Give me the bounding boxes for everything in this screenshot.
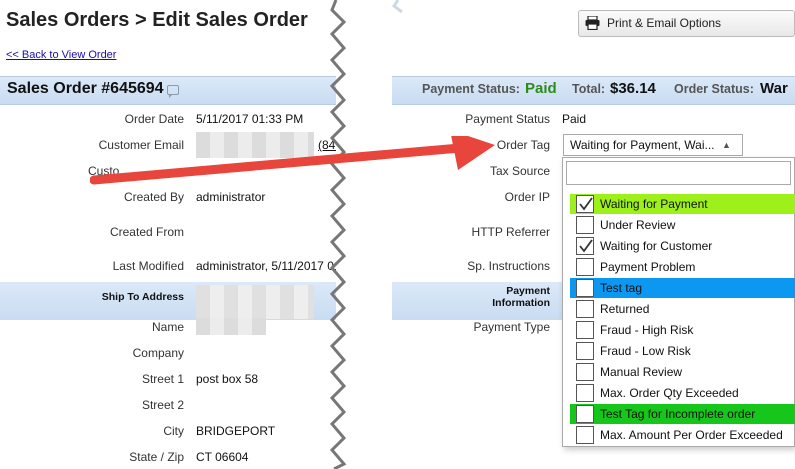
state-zip-value: CT 06604 bbox=[196, 450, 249, 464]
tag-option[interactable]: Under Review bbox=[570, 215, 795, 235]
last-modified-value: administrator, 5/11/2017 01 bbox=[196, 259, 341, 273]
tag-option-label: Fraud - Low Risk bbox=[600, 344, 691, 358]
tag-option[interactable]: Fraud - High Risk bbox=[570, 320, 795, 340]
tag-option[interactable]: Test Tag for Incomplete order bbox=[570, 404, 795, 424]
tag-option[interactable]: Payment Problem bbox=[570, 257, 795, 277]
checkbox-icon[interactable] bbox=[576, 300, 594, 318]
payment-information-label: Payment Information bbox=[474, 285, 550, 309]
payment-information-line2: Information bbox=[492, 297, 550, 309]
checkbox-icon[interactable] bbox=[576, 342, 594, 360]
created-from-label: Created From bbox=[109, 225, 184, 239]
ship-to-address-label: Ship To Address bbox=[101, 291, 184, 303]
print-email-options-label: Print & Email Options bbox=[607, 16, 722, 30]
tag-search-input[interactable] bbox=[566, 161, 791, 185]
last-modified-label: Last Modified bbox=[112, 259, 184, 273]
printer-icon bbox=[585, 16, 600, 30]
tag-option-label: Waiting for Payment bbox=[600, 197, 708, 211]
order-tag-selected-text: Waiting for Payment, Wai... bbox=[570, 138, 715, 152]
checkbox-icon[interactable] bbox=[576, 363, 594, 381]
city-value: BRIDGEPORT bbox=[196, 424, 276, 438]
tag-option-label: Returned bbox=[600, 302, 650, 316]
tag-option-label: Max. Order Qty Exceeded bbox=[600, 386, 739, 400]
payment-status-header-value: Paid bbox=[525, 80, 557, 97]
payment-type-label: Payment Type bbox=[473, 320, 551, 334]
checkbox-icon[interactable] bbox=[576, 405, 594, 423]
tag-option-label: Test Tag for Incomplete order bbox=[600, 407, 756, 421]
tear-edge-left bbox=[329, 0, 347, 469]
page-title: Sales Orders > Edit Sales Order bbox=[6, 9, 308, 31]
tag-option-label: Waiting for Customer bbox=[600, 239, 713, 253]
tag-option[interactable]: Max. Order Qty Exceeded bbox=[570, 383, 795, 403]
tag-option-label: Max. Amount Per Order Exceeded bbox=[600, 428, 783, 442]
tag-option-label: Manual Review bbox=[600, 365, 683, 379]
tag-option[interactable]: Returned bbox=[570, 299, 795, 319]
city-label: City bbox=[163, 424, 184, 438]
tag-option-label: Payment Problem bbox=[600, 260, 696, 274]
checkbox-icon[interactable] bbox=[576, 279, 594, 297]
redacted-name bbox=[196, 318, 266, 335]
redacted-address bbox=[196, 285, 314, 319]
order-date-value: 5/11/2017 01:33 PM bbox=[196, 112, 304, 126]
comment-icon[interactable] bbox=[167, 85, 179, 98]
tag-option-label: Test tag bbox=[600, 281, 643, 295]
checkbox-checked-icon[interactable] bbox=[576, 195, 594, 213]
caret-up-icon: ▲ bbox=[722, 140, 731, 150]
back-to-view-order-link[interactable]: << Back to View Order bbox=[6, 49, 116, 61]
payment-status-header-label: Payment Status: bbox=[422, 82, 520, 96]
order-status-value: War bbox=[760, 80, 788, 97]
total-value: $36.14 bbox=[610, 80, 656, 97]
sales-order-title: Sales Order #645694 bbox=[7, 80, 164, 97]
tag-option-label: Under Review bbox=[600, 218, 676, 232]
tag-option[interactable]: Manual Review bbox=[570, 362, 795, 382]
payment-status-label: Payment Status bbox=[465, 112, 550, 126]
checkbox-icon[interactable] bbox=[576, 321, 594, 339]
street1-label: Street 1 bbox=[141, 372, 184, 386]
red-arrow-annotation bbox=[90, 136, 495, 185]
street2-label: Street 2 bbox=[141, 398, 184, 412]
order-date-label: Order Date bbox=[124, 112, 184, 126]
tag-option[interactable]: Waiting for Customer bbox=[570, 236, 795, 256]
tag-option[interactable]: Max. Amount Per Order Exceeded bbox=[570, 425, 795, 445]
company-label: Company bbox=[132, 346, 184, 360]
tag-option-label: Fraud - High Risk bbox=[600, 323, 694, 337]
checkbox-checked-icon[interactable] bbox=[576, 237, 594, 255]
sp-instructions-label: Sp. Instructions bbox=[467, 259, 550, 273]
http-referrer-label: HTTP Referrer bbox=[471, 225, 550, 239]
payment-information-line1: Payment bbox=[506, 285, 550, 297]
checkbox-icon[interactable] bbox=[576, 426, 594, 444]
tag-option[interactable]: Test tag bbox=[570, 278, 795, 298]
tag-option[interactable]: Fraud - Low Risk bbox=[570, 341, 795, 361]
checkbox-icon[interactable] bbox=[576, 258, 594, 276]
name-label: Name bbox=[151, 320, 184, 334]
checkbox-icon[interactable] bbox=[576, 216, 594, 234]
total-label: Total: bbox=[572, 82, 606, 96]
checkbox-icon[interactable] bbox=[576, 384, 594, 402]
street1-value: post box 58 bbox=[196, 372, 259, 386]
tag-option[interactable]: Waiting for Payment bbox=[570, 194, 795, 214]
state-zip-label: State / Zip bbox=[129, 450, 184, 464]
payment-status-value: Paid bbox=[562, 112, 587, 126]
order-status-label: Order Status: bbox=[674, 82, 754, 96]
